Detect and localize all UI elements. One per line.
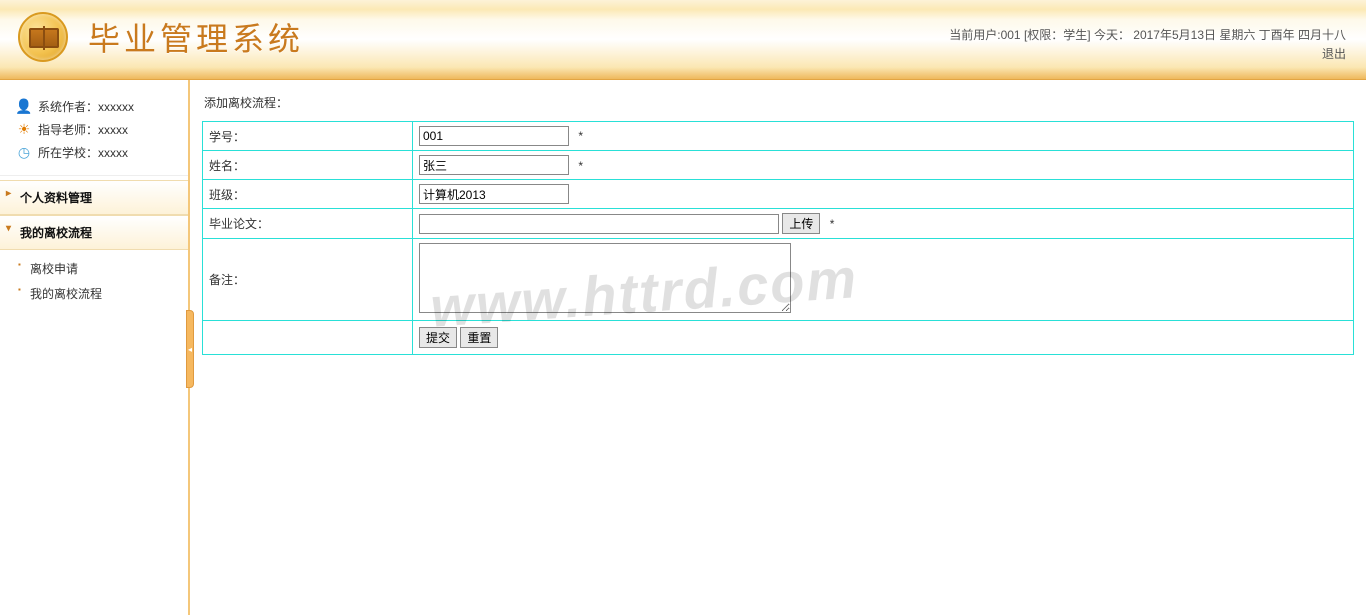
logout-link[interactable]: 退出 bbox=[1322, 47, 1346, 61]
sub-item-apply-label: 离校申请 bbox=[30, 262, 78, 276]
row-remark: 备注： bbox=[203, 239, 1354, 321]
sidebar-author: 👤 系统作者：xxxxxx bbox=[16, 98, 172, 115]
row-buttons: 提交 重置 bbox=[203, 321, 1354, 355]
sub-item-apply[interactable]: 离校申请 bbox=[0, 256, 188, 281]
header-info: 当前用户:001 [权限：学生] 今天： 2017年5月13日 星期六 丁酉年 … bbox=[949, 26, 1346, 64]
input-class[interactable] bbox=[419, 184, 569, 204]
label-class: 班级： bbox=[203, 180, 413, 209]
textarea-remark[interactable] bbox=[419, 243, 791, 313]
logo-wrap: 毕业管理系统 bbox=[18, 12, 304, 62]
teacher-icon: ☀ bbox=[16, 122, 32, 138]
row-thesis: 毕业论文： 上传 * bbox=[203, 209, 1354, 239]
label-name: 姓名： bbox=[203, 151, 413, 180]
school-icon: ◷ bbox=[16, 145, 32, 161]
input-thesis[interactable] bbox=[419, 214, 779, 234]
session-info: 当前用户:001 [权限：学生] 今天： 2017年5月13日 星期六 丁酉年 … bbox=[949, 26, 1346, 45]
sidebar-info: 👤 系统作者：xxxxxx ☀ 指导老师：xxxxx ◷ 所在学校：xxxxx bbox=[0, 80, 188, 176]
upload-button[interactable]: 上传 bbox=[782, 213, 820, 234]
row-student-id: 学号： * bbox=[203, 122, 1354, 151]
form-table: 学号： * 姓名： * 班级： 毕业论文： bbox=[202, 121, 1354, 355]
page-title: 添加离校流程： bbox=[204, 94, 1354, 111]
label-remark: 备注： bbox=[203, 239, 413, 321]
user-icon: 👤 bbox=[16, 99, 32, 115]
required-star: * bbox=[578, 159, 583, 173]
sidebar-teacher-label: 指导老师：xxxxx bbox=[38, 121, 128, 138]
content: 添加离校流程： 学号： * 姓名： * 班级： bbox=[190, 80, 1366, 615]
sidebar-school-label: 所在学校：xxxxx bbox=[38, 144, 128, 161]
sub-item-myflow-label: 我的离校流程 bbox=[30, 287, 102, 301]
input-name[interactable] bbox=[419, 155, 569, 175]
sidebar-teacher: ☀ 指导老师：xxxxx bbox=[16, 121, 172, 138]
row-class: 班级： bbox=[203, 180, 1354, 209]
logo-icon bbox=[18, 12, 68, 62]
sub-items: 离校申请 我的离校流程 bbox=[0, 250, 188, 314]
sidebar: 👤 系统作者：xxxxxx ☀ 指导老师：xxxxx ◷ 所在学校：xxxxx … bbox=[0, 80, 190, 615]
system-title: 毕业管理系统 bbox=[88, 14, 304, 60]
submit-button[interactable]: 提交 bbox=[419, 327, 457, 348]
menu-section-leave[interactable]: 我的离校流程 bbox=[0, 215, 188, 250]
empty-cell bbox=[203, 321, 413, 355]
menu-section-profile-label: 个人资料管理 bbox=[20, 191, 92, 205]
sidebar-menu: 个人资料管理 我的离校流程 离校申请 我的离校流程 bbox=[0, 180, 188, 314]
header: 毕业管理系统 当前用户:001 [权限：学生] 今天： 2017年5月13日 星… bbox=[0, 0, 1366, 80]
label-student-id: 学号： bbox=[203, 122, 413, 151]
required-star: * bbox=[578, 129, 583, 143]
sidebar-collapse-handle[interactable] bbox=[186, 310, 194, 388]
sidebar-author-label: 系统作者：xxxxxx bbox=[38, 98, 134, 115]
label-thesis: 毕业论文： bbox=[203, 209, 413, 239]
required-star: * bbox=[830, 217, 835, 231]
menu-section-leave-label: 我的离校流程 bbox=[20, 226, 92, 240]
sub-item-myflow[interactable]: 我的离校流程 bbox=[0, 281, 188, 306]
row-name: 姓名： * bbox=[203, 151, 1354, 180]
menu-section-profile[interactable]: 个人资料管理 bbox=[0, 180, 188, 215]
input-student-id[interactable] bbox=[419, 126, 569, 146]
sidebar-school: ◷ 所在学校：xxxxx bbox=[16, 144, 172, 161]
reset-button[interactable]: 重置 bbox=[460, 327, 498, 348]
